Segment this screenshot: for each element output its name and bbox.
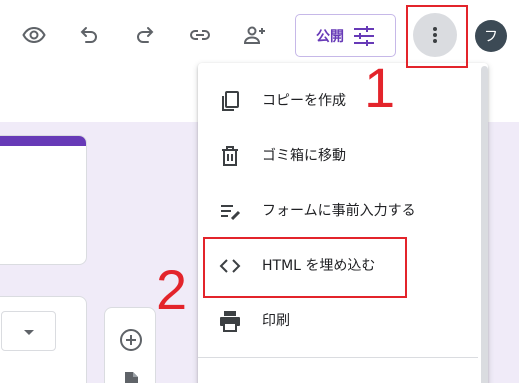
undo-button[interactable] <box>73 19 105 51</box>
undo-icon <box>80 27 97 43</box>
account-avatar[interactable]: フ <box>475 20 507 52</box>
more-options-menu: コピーを作成 ゴミ箱に移動 フォームに事前入力する HTML を埋め込む 印刷 <box>198 63 488 383</box>
annotation-box-embed-html <box>203 237 407 298</box>
page-canvas: 公開 フ コピーを作成 ゴミ箱に移動 フォームに事前入力する HTML を埋め込… <box>0 0 519 383</box>
trash-icon <box>222 146 238 166</box>
annotation-box-more-options <box>406 5 468 68</box>
menu-item-label: コピーを作成 <box>262 93 346 109</box>
annotation-step-1: 1 <box>364 56 396 119</box>
menu-item-move-to-trash[interactable]: ゴミ箱に移動 <box>198 130 478 182</box>
question-card[interactable] <box>0 296 87 383</box>
menu-divider <box>198 357 478 358</box>
dropdown-caret-icon <box>24 330 34 335</box>
annotation-step-2: 2 <box>156 258 188 321</box>
import-questions-icon[interactable] <box>119 370 143 383</box>
form-header-card[interactable] <box>0 135 87 265</box>
copy-icon <box>222 91 239 111</box>
link-button[interactable] <box>184 19 216 51</box>
menu-scrollbar[interactable] <box>481 66 488 383</box>
add-collaborator-icon <box>243 26 265 44</box>
publish-label: 公開 <box>316 28 344 45</box>
menu-item-make-copy[interactable]: コピーを作成 <box>198 75 478 127</box>
prefill-icon <box>221 205 241 221</box>
sliders-icon <box>354 25 374 46</box>
form-accent-bar <box>0 136 86 146</box>
print-icon <box>220 311 240 332</box>
menu-item-label: ゴミ箱に移動 <box>262 148 346 164</box>
preview-eye-icon <box>22 26 46 44</box>
redo-button[interactable] <box>129 19 161 51</box>
menu-item-label: フォームに事前入力する <box>262 203 416 219</box>
floating-side-toolbar <box>104 307 156 383</box>
menu-item-label: 印刷 <box>262 313 290 329</box>
publish-button[interactable]: 公開 <box>295 14 396 57</box>
redo-icon <box>137 27 154 43</box>
menu-item-print[interactable]: 印刷 <box>198 295 478 347</box>
add-collaborator-button[interactable] <box>239 19 271 51</box>
link-icon <box>190 30 210 40</box>
menu-item-prefill-form[interactable]: フォームに事前入力する <box>198 185 478 237</box>
preview-button[interactable] <box>18 19 50 51</box>
add-question-icon[interactable] <box>119 328 143 352</box>
